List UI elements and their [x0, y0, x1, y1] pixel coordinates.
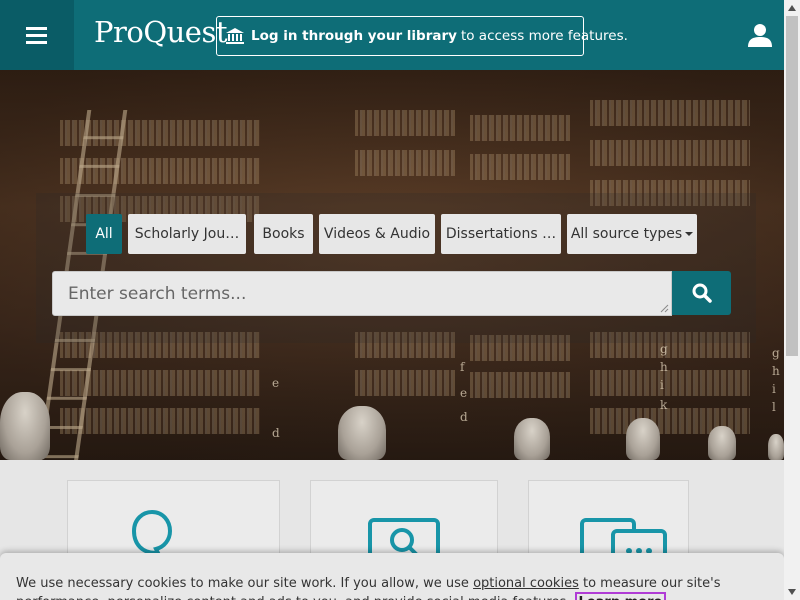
search-icon: [692, 283, 712, 303]
proquest-q-icon: [131, 509, 173, 558]
top-header: ProQuest Log in through your library to …: [0, 0, 784, 70]
shelf-letter: g: [772, 346, 780, 360]
shelf-letter: k: [660, 398, 668, 412]
shelf-letter: h: [772, 364, 780, 378]
tab-all[interactable]: All: [86, 214, 122, 254]
user-account-button[interactable]: [744, 18, 776, 52]
caret-down-icon: [685, 232, 694, 236]
scroll-up-arrow-icon: [788, 5, 796, 11]
shelf-letter: f: [460, 360, 465, 374]
cookie-text-start: We use necessary cookies to make our sit…: [16, 576, 474, 591]
resize-grip-icon[interactable]: [660, 304, 669, 313]
shelf-letter: i: [772, 382, 776, 396]
shelf-letter: i: [660, 378, 664, 392]
marble-bust: [0, 392, 50, 460]
tab-books[interactable]: Books: [254, 214, 313, 254]
dropdown-label: All source types: [570, 226, 683, 242]
optional-cookies-link[interactable]: optional cookies: [473, 576, 579, 591]
proquest-logo[interactable]: ProQuest: [94, 15, 228, 49]
scrollbar-thumb[interactable]: [786, 16, 798, 356]
library-building-icon: [225, 27, 245, 45]
search-input[interactable]: [52, 271, 672, 316]
search-button[interactable]: [672, 271, 731, 315]
hamburger-menu-icon[interactable]: [25, 25, 49, 45]
tab-scholarly-journals[interactable]: Scholarly Jou…: [128, 214, 246, 254]
scroll-up-button[interactable]: [784, 0, 800, 16]
marble-bust: [768, 434, 784, 460]
shelf-letter: d: [272, 426, 280, 440]
marble-bust: [338, 406, 386, 460]
login-description: to access more features.: [460, 28, 628, 44]
marble-bust: [514, 418, 550, 460]
hero-library-image: e d f e d g h i k g h i l: [0, 70, 784, 460]
shelf-letter: d: [460, 410, 468, 424]
shelf-letter: h: [660, 360, 668, 374]
scroll-down-arrow-icon: [788, 589, 796, 595]
cookie-banner: We use necessary cookies to make our sit…: [0, 553, 784, 600]
tab-videos-audio[interactable]: Videos & Audio: [319, 214, 435, 254]
learn-more-link[interactable]: Learn more: [574, 592, 667, 600]
library-login-button[interactable]: Log in through your library to access mo…: [216, 16, 628, 56]
shelf-letter: l: [772, 400, 776, 414]
menu-button[interactable]: [0, 0, 74, 70]
marble-bust: [626, 418, 660, 460]
user-icon: [748, 24, 772, 47]
marble-bust: [708, 426, 736, 460]
shelf-letter: g: [660, 342, 668, 356]
shelf-letter: e: [460, 386, 468, 400]
cookie-text: We use necessary cookies to make our sit…: [16, 575, 776, 600]
login-link-text: Log in through your library: [251, 28, 457, 44]
all-source-types-dropdown[interactable]: All source types: [567, 214, 697, 254]
tab-dissertations[interactable]: Dissertations …: [441, 214, 561, 254]
scroll-down-button[interactable]: [784, 584, 800, 600]
vertical-scrollbar[interactable]: [784, 0, 800, 600]
shelf-letter: e: [272, 376, 280, 390]
